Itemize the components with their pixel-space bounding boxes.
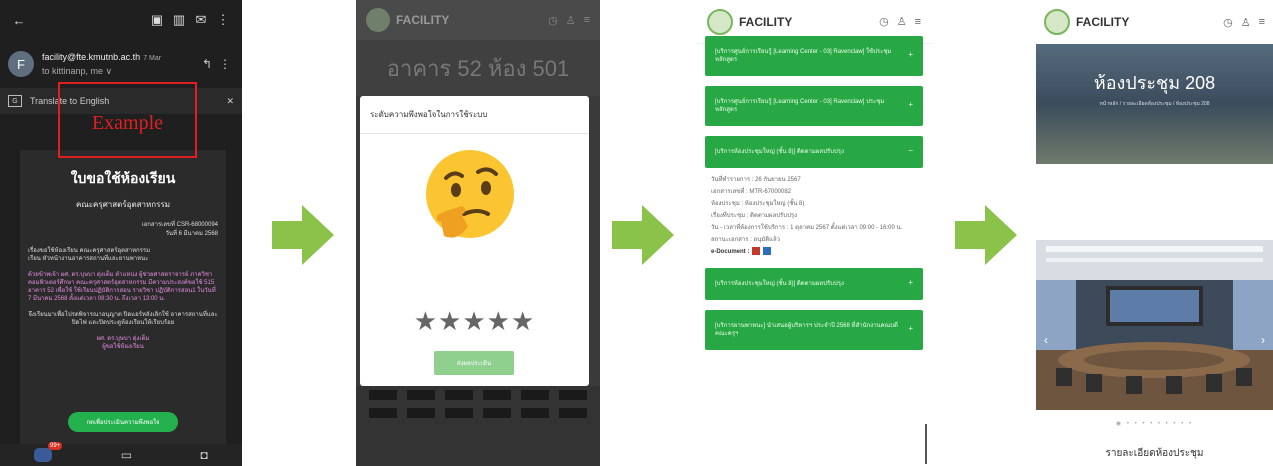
mail-body-text: ด้วยข้าพเจ้า ผศ. ดร.บุษบา ตุ่งเต็ม ตำแหน… bbox=[28, 272, 216, 302]
archive-icon[interactable]: ▣ bbox=[146, 12, 168, 28]
carousel-next-icon[interactable]: › bbox=[1261, 333, 1265, 347]
faculty-name: คณะครุศาสตร์อุตสาหกรรม bbox=[75, 200, 171, 209]
doc-date: วันที่ 6 มีนาคม 2568 bbox=[165, 231, 218, 237]
carousel-indicators[interactable]: ◉ • • • • • • • • • bbox=[1036, 420, 1273, 427]
room-title: ห้องประชุม 208 bbox=[1093, 73, 1216, 93]
mail-icon[interactable]: 99+ bbox=[34, 442, 63, 462]
doc-number: เอกสารเลขที่ CSR-68000094 bbox=[141, 222, 218, 228]
facility-logo bbox=[1044, 9, 1070, 35]
history-icon[interactable]: ◷ bbox=[548, 14, 558, 27]
history-icon[interactable]: ◷ bbox=[879, 15, 889, 28]
user-icon[interactable]: ♙ bbox=[897, 15, 907, 28]
collapse-icon[interactable]: − bbox=[908, 147, 913, 155]
thinking-face-icon bbox=[426, 150, 514, 238]
expand-icon[interactable]: + bbox=[908, 325, 913, 333]
notification-text: [บริการห้องประชุมใหญ่ (ชั้น 8)] ติดตามผล… bbox=[715, 281, 844, 287]
rating-modal: ระดับความพึงพอใจในการใช้ระบบ ★★★★★ ส่งผล… bbox=[360, 96, 589, 386]
back-arrow-icon[interactable]: ← bbox=[8, 13, 30, 28]
flow-arrow-icon bbox=[612, 205, 674, 265]
gmail-panel: ← ▣ ▥ ✉ ⋮ F facility@fte.kmutnb.ac.th 7 M… bbox=[0, 0, 242, 466]
modal-title: ระดับความพึงพอใจในการใช้ระบบ bbox=[360, 96, 589, 134]
annotation-label: Example bbox=[91, 112, 164, 134]
expand-icon[interactable]: + bbox=[908, 279, 913, 287]
expand-icon[interactable]: + bbox=[908, 101, 913, 109]
notification-detail: วันที่ทำรายการ : 26 กันยายน 2567 เอกสารเ… bbox=[697, 168, 931, 268]
user-icon[interactable]: ♙ bbox=[566, 14, 576, 27]
brand-name: FACILITY bbox=[396, 13, 450, 27]
rating-panel: FACILITY ◷ ♙ ≡ อาคาร 52 ห้อง 501 ระดับคว… bbox=[356, 0, 600, 466]
detail-edoc: e-Document : bbox=[711, 249, 750, 255]
chat-icon[interactable]: ▭ bbox=[121, 448, 132, 462]
section-heading: รายละเอียดห้องประชุม bbox=[1105, 448, 1204, 459]
sender-address: facility@fte.kmutnb.ac.th bbox=[42, 51, 141, 62]
notification-item[interactable]: [บริการศูนย์การเรียนรู้ [Learning Center… bbox=[705, 36, 923, 76]
brand-name: FACILITY bbox=[1076, 15, 1130, 29]
hero-title: อาคาร 52 ห้อง 501 bbox=[356, 40, 600, 96]
carousel-prev-icon[interactable]: ‹ bbox=[1044, 333, 1048, 347]
facility-logo bbox=[366, 8, 390, 32]
reply-icon[interactable]: ↰ bbox=[198, 57, 216, 71]
flow-arrow-icon bbox=[955, 205, 1017, 265]
detail-doc: เอกสารเลขที่ : MTR-67000082 bbox=[711, 189, 792, 195]
notification-text: [บริการศูนย์การเรียนรู้ [Learning Center… bbox=[715, 49, 892, 63]
menu-icon[interactable]: ≡ bbox=[915, 16, 921, 28]
history-icon[interactable]: ◷ bbox=[1223, 16, 1233, 29]
facility-logo bbox=[707, 8, 733, 35]
notification-panel: FACILITY ◷ ♙ ≡ [บริการศูนย์การเรียนรู้ [… bbox=[697, 0, 931, 466]
star-rating[interactable]: ★★★★★ bbox=[360, 306, 589, 337]
translate-icon: G bbox=[8, 95, 22, 107]
unread-badge: 99+ bbox=[48, 442, 63, 450]
evaluate-button[interactable]: กดเพื่อประเมินความพึงพอใจ bbox=[68, 412, 178, 432]
meeting-room-panel: FACILITY ◷ ♙ ≡ ห้องประชุม 208 หน้าหลัก /… bbox=[1036, 0, 1273, 466]
submit-rating-button[interactable]: ส่งผลประเมิน bbox=[434, 351, 514, 375]
hero-banner: ห้องประชุม 208 หน้าหลัก / รายละเอียดห้อง… bbox=[1036, 44, 1273, 164]
notification-text: [บริการห้องประชุมใหญ่ (ชั้น 8)] ติดตามผล… bbox=[715, 149, 844, 155]
notification-item-expanded[interactable]: [บริการห้องประชุมใหญ่ (ชั้น 8)] ติดตามผล… bbox=[705, 136, 923, 168]
facility-header: FACILITY ◷ ♙ ≡ bbox=[356, 0, 600, 40]
detail-status: สถานะเอกสาร : อนุมัติแล้ว bbox=[711, 237, 780, 243]
gmail-bottom-nav: 99+ ▭ ◘ bbox=[0, 442, 242, 466]
mail-time: 7 Mar bbox=[143, 54, 162, 62]
brand-name: FACILITY bbox=[739, 14, 793, 29]
detail-time: วัน - เวลาที่ต้องการใช้บริการ : 1 ตุลาคม… bbox=[711, 225, 903, 231]
menu-icon[interactable]: ≡ bbox=[584, 14, 590, 26]
pdf-icon[interactable] bbox=[752, 247, 761, 256]
mark-unread-icon[interactable]: ✉ bbox=[190, 12, 212, 28]
sender-row: F facility@fte.kmutnb.ac.th 7 Mar to kitt… bbox=[0, 40, 242, 88]
annotation-box: Example bbox=[58, 82, 197, 158]
signer-name: ผศ. ดร.บุษบา ตุ่งเต็ม bbox=[96, 336, 150, 342]
notification-item[interactable]: [บริการห้องประชุมใหญ่ (ชั้น 8)] ติดตามผล… bbox=[705, 268, 923, 300]
close-icon[interactable]: ✕ bbox=[226, 96, 234, 107]
menu-icon[interactable]: ≡ bbox=[1259, 16, 1265, 28]
flow-arrow-icon bbox=[272, 205, 334, 265]
gmail-toolbar: ← ▣ ▥ ✉ ⋮ bbox=[0, 0, 242, 40]
scrollbar[interactable] bbox=[925, 424, 927, 464]
notification-item[interactable]: [บริการศูนย์การเรียนรู้ [Learning Center… bbox=[705, 86, 923, 126]
delete-icon[interactable]: ▥ bbox=[168, 12, 190, 28]
notification-item[interactable]: [บริการยานพาหนะ] นำเสนอผู้บริหารฯ ประจำป… bbox=[705, 310, 923, 350]
mail-title: ใบขอใช้ห้องเรียน bbox=[70, 170, 176, 186]
mail-to-line: เรียน หัวหน้างานอาคารสถานที่และยานพาหนะ bbox=[28, 256, 149, 262]
more-vert-icon[interactable]: ⋮ bbox=[212, 12, 234, 28]
room-photo bbox=[1036, 240, 1273, 410]
facility-header: FACILITY ◷ ♙ ≡ bbox=[1036, 0, 1273, 44]
detail-topic: เรื่องที่ประชุม : ติดตามผลปรับปรุง bbox=[711, 213, 798, 219]
signer-role: ผู้ขอใช้ห้องเรียน bbox=[102, 344, 144, 350]
notification-text: [บริการยานพาหนะ] นำเสนอผู้บริหารฯ ประจำป… bbox=[715, 323, 898, 337]
breadcrumb[interactable]: หน้าหลัก / รายละเอียดห้องประชุม / ห้องปร… bbox=[1036, 100, 1273, 108]
avatar: F bbox=[8, 51, 34, 77]
detail-date: วันที่ทำรายการ : 26 กันยายน 2567 bbox=[711, 177, 801, 183]
more-vert-icon[interactable]: ⋮ bbox=[216, 57, 234, 71]
calendar-background bbox=[356, 386, 600, 466]
recipients[interactable]: to kittinanp, me ∨ bbox=[42, 65, 198, 78]
email-content: ใบขอใช้ห้องเรียน คณะครุศาสตร์อุตสาหกรรม … bbox=[20, 150, 226, 446]
user-icon[interactable]: ♙ bbox=[1241, 16, 1251, 29]
mail-subject: เรื่องขอใช้ห้องเรียน คณะครุศาสตร์อุตสาหก… bbox=[28, 248, 151, 254]
detail-room: ห้องประชุม : ห้องประชุมใหญ่ (ชั้น 8) bbox=[711, 201, 805, 207]
mail-closing: จึงเรียนมาเพื่อโปรดพิจารณาอนุญาต ปิดแอร์… bbox=[28, 312, 218, 326]
expand-icon[interactable]: + bbox=[908, 51, 913, 59]
notification-text: [บริการศูนย์การเรียนรู้ [Learning Center… bbox=[715, 99, 885, 113]
document-icon[interactable] bbox=[763, 247, 772, 256]
meet-icon[interactable]: ◘ bbox=[201, 448, 208, 462]
